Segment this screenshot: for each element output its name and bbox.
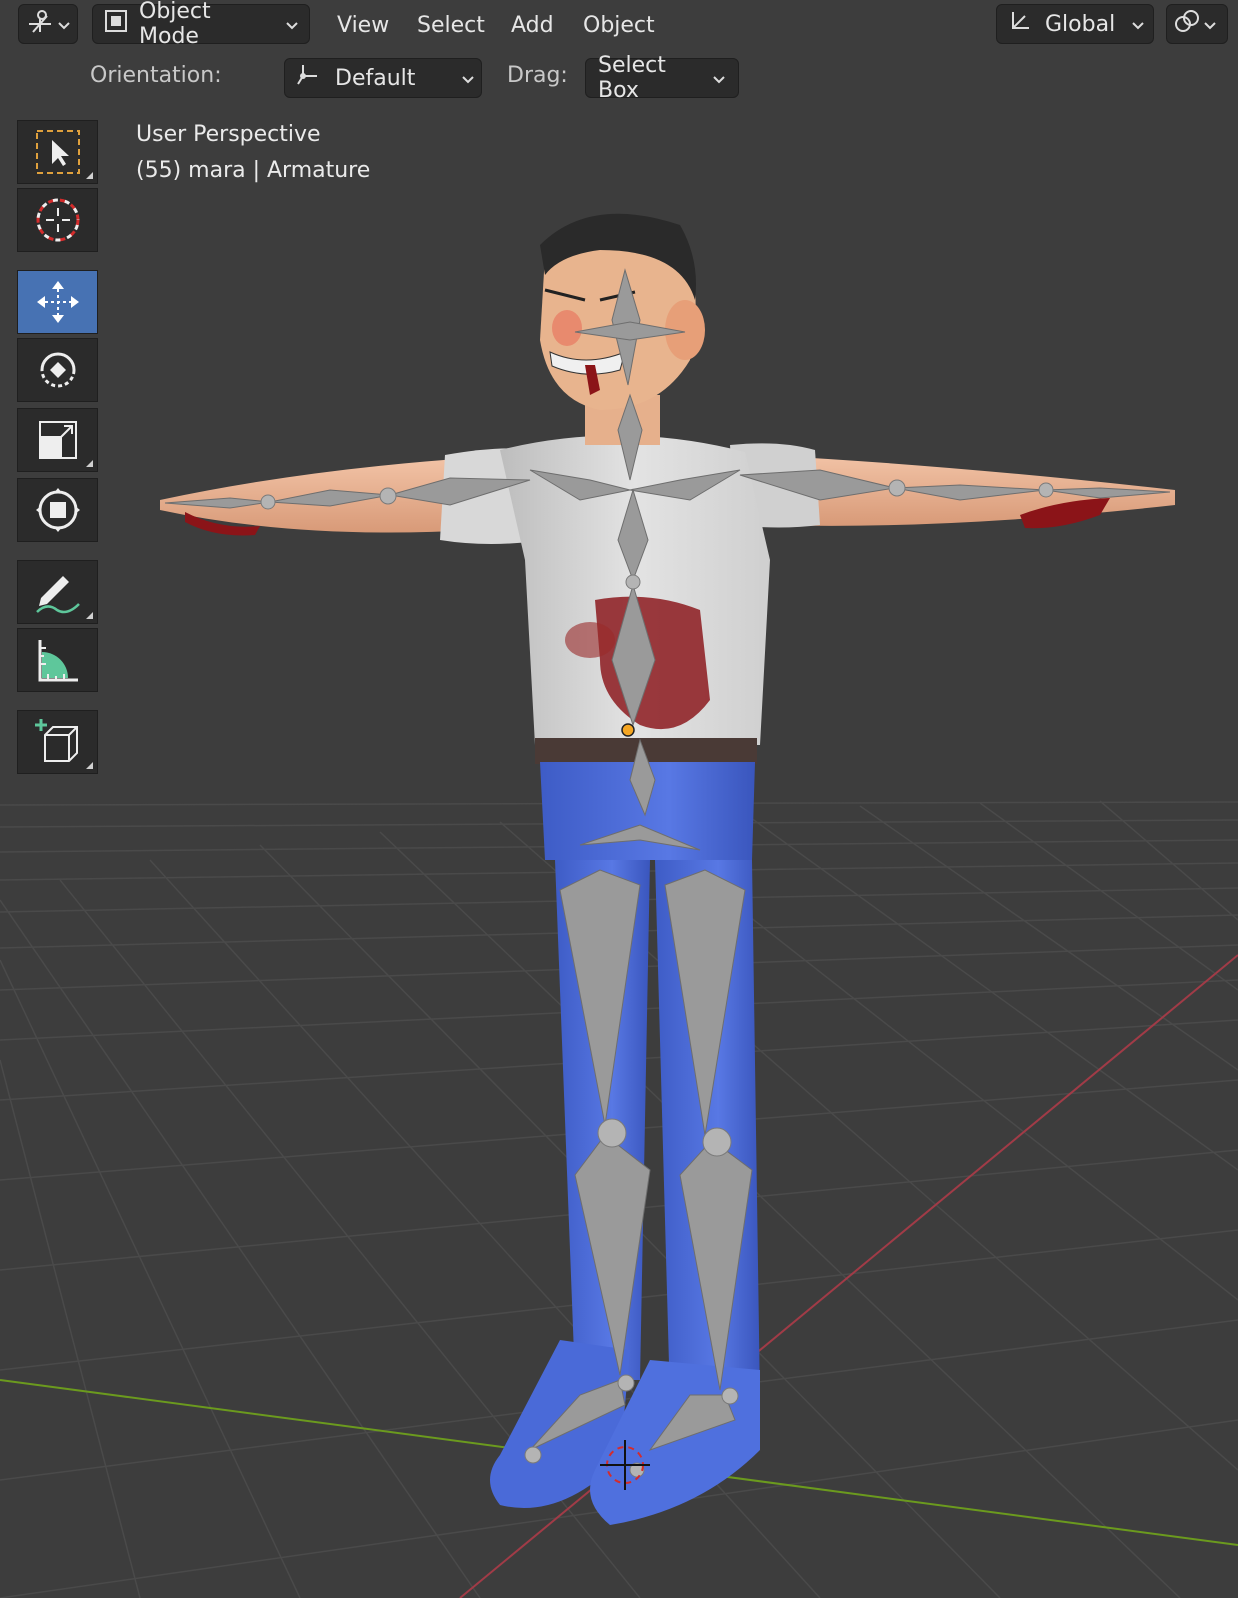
object-mode-icon [103, 8, 129, 40]
tool-move[interactable] [17, 270, 98, 334]
chevron-down-icon [285, 12, 299, 37]
orientation-dropdown[interactable]: Default [284, 58, 482, 98]
move-icon [36, 281, 79, 323]
pivot-point-dropdown[interactable] [1166, 4, 1228, 44]
mode-dropdown[interactable]: Object Mode [92, 0, 310, 49]
drag-value: Select Box [598, 53, 666, 103]
transform-icon [35, 488, 80, 532]
3d-viewport[interactable] [0, 0, 1238, 1598]
viewport-header: Object Mode View Select Add Object Globa… [0, 0, 1238, 50]
tool-annotate[interactable] [17, 560, 98, 624]
tool-transform[interactable] [17, 478, 98, 542]
menu-object[interactable]: Object [583, 10, 655, 40]
orientation-axes-icon [1007, 8, 1033, 40]
gizmo-orientation-icon [295, 62, 323, 94]
select-box-icon [35, 130, 80, 174]
scale-icon [38, 421, 77, 459]
transform-orientation-label: Global [1045, 11, 1116, 37]
tool-add-cube[interactable] [17, 710, 98, 774]
object-origin [621, 723, 635, 737]
chevron-down-icon [712, 66, 726, 91]
editor-type-button[interactable] [18, 4, 78, 44]
add-cube-icon [34, 719, 78, 762]
tool-settings-bar: Orientation: Default Drag: Select Box [0, 50, 1238, 104]
transform-orientation-dropdown[interactable]: Global [996, 4, 1154, 44]
cursor-icon [36, 198, 79, 242]
chevron-down-icon [1131, 12, 1145, 37]
orientation-value: Default [335, 65, 416, 91]
chevron-down-icon [57, 12, 71, 37]
tool-select-box[interactable] [17, 120, 98, 184]
annotate-icon [35, 576, 80, 614]
chevron-down-icon [1203, 12, 1217, 37]
object-info: (55) mara | Armature [136, 158, 371, 183]
orientation-label: Orientation: [90, 63, 222, 88]
tool-rotate[interactable] [17, 338, 98, 402]
viewport-icon [27, 8, 53, 40]
menu-view[interactable]: View [337, 10, 389, 40]
chevron-down-icon [461, 66, 475, 91]
view-name: User Perspective [136, 122, 321, 147]
measure-icon [38, 640, 78, 682]
mode-label: Object Mode [139, 0, 211, 49]
menu-select[interactable]: Select [417, 10, 485, 40]
pivot-icon [1173, 8, 1201, 40]
rotate-icon [40, 352, 75, 388]
tool-cursor[interactable] [17, 188, 98, 252]
drag-dropdown[interactable]: Select Box [585, 53, 739, 103]
tool-measure[interactable] [17, 628, 98, 692]
menu-add[interactable]: Add [511, 10, 554, 40]
drag-label: Drag: [507, 63, 568, 88]
tool-scale[interactable] [17, 408, 98, 472]
